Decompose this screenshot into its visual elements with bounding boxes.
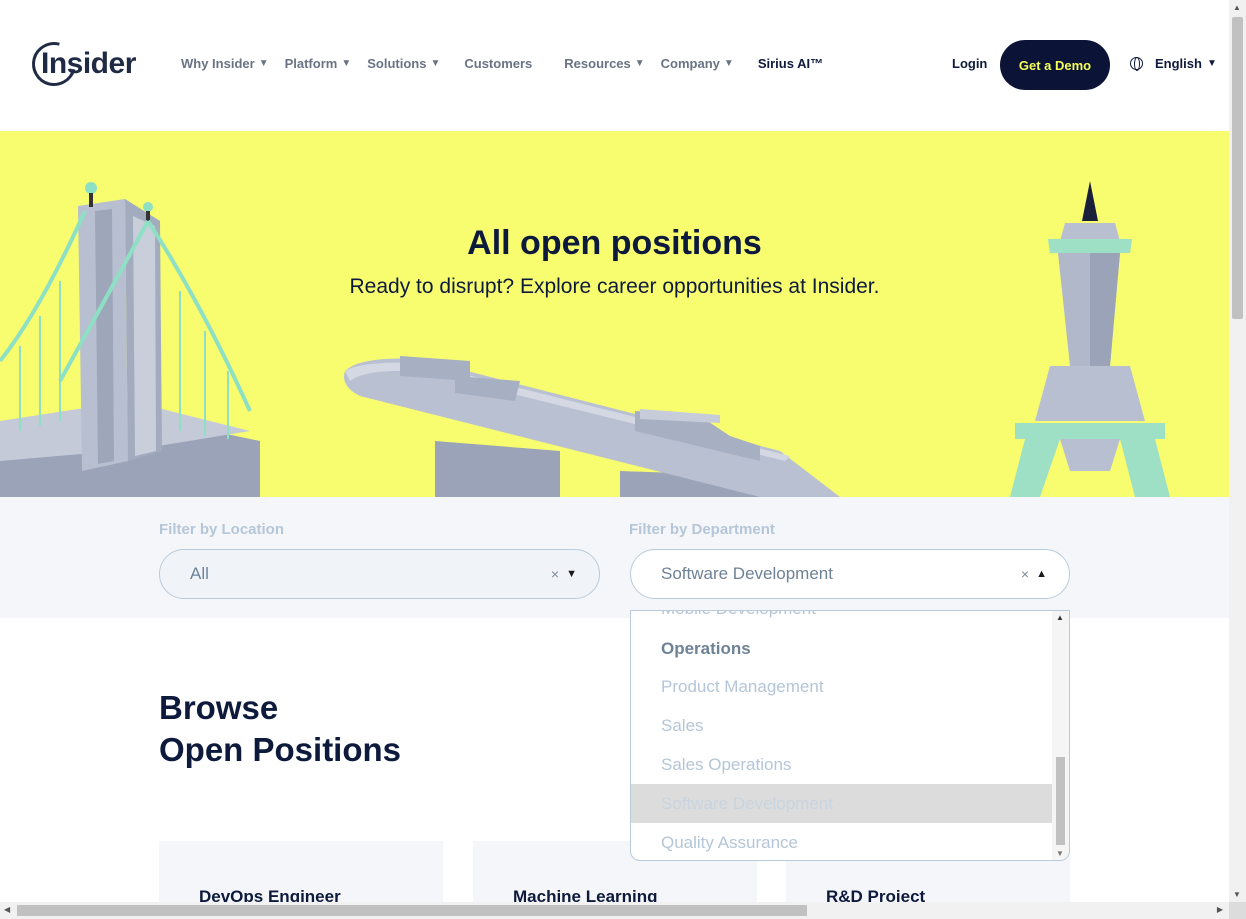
caret-down-icon: ▼ [723, 58, 734, 69]
location-filter-label: Filter by Location [159, 521, 285, 538]
chevron-down-icon[interactable]: ▼ [566, 568, 577, 580]
caret-down-icon: ▼ [341, 58, 352, 69]
language-selector[interactable]: English ▼ [1130, 56, 1217, 71]
browse-heading-line2: Open Positions [159, 731, 402, 768]
hero-illustration [0, 181, 1170, 497]
nav-label: Resources [564, 56, 631, 71]
building-illustration [344, 356, 840, 497]
caret-down-icon: ▼ [634, 58, 645, 69]
location-select[interactable]: All × ▼ [159, 549, 600, 599]
scroll-up-icon[interactable]: ▲ [1233, 3, 1241, 12]
get-a-demo-button[interactable]: Get a Demo [1000, 40, 1110, 90]
dropdown-scrollbar[interactable]: ▲ ▼ [1052, 611, 1069, 860]
nav-label: Customers [464, 56, 533, 71]
caret-down-icon: ▼ [258, 58, 269, 69]
page-horizontal-scrollbar[interactable]: ◀ ▶ [0, 902, 1229, 919]
hero-banner: All open positions Ready to disrupt? Exp… [0, 131, 1229, 497]
page-vertical-scrollbar[interactable]: ▲ ▼ [1229, 0, 1246, 902]
site-header: Insider Why Insider ▼ Platform ▼ Solutio… [0, 0, 1229, 131]
browse-heading: Browse Open Positions [159, 687, 401, 771]
dropdown-option-selected[interactable]: Software Development [631, 784, 1052, 823]
scroll-down-icon[interactable]: ▼ [1056, 849, 1064, 858]
location-select-value: All [190, 564, 209, 583]
login-link[interactable]: Login [952, 56, 987, 71]
nav-label: Company [660, 56, 720, 71]
nav-label: Solutions [367, 56, 427, 71]
horizontal-scroll-thumb[interactable] [17, 905, 807, 916]
language-label: English [1155, 56, 1202, 71]
dropdown-scroll-thumb[interactable] [1056, 757, 1065, 845]
nav-why-insider[interactable]: Why Insider ▼ [181, 56, 269, 71]
page-subtitle: Ready to disrupt? Explore career opportu… [349, 275, 880, 298]
clear-icon[interactable]: × [551, 566, 559, 582]
browse-heading-line1: Browse [159, 689, 279, 726]
dropdown-option[interactable]: Sales [631, 706, 1052, 745]
scroll-down-icon[interactable]: ▼ [1233, 890, 1241, 899]
dropdown-option[interactable]: Sales Operations [631, 745, 1052, 784]
department-select-value: Software Development [661, 564, 833, 583]
dropdown-option[interactable]: Quality Assurance [631, 823, 1052, 860]
nav-label: Sirius AI™ [757, 56, 824, 71]
nav-solutions[interactable]: Solutions ▼ [367, 56, 440, 71]
chevron-up-icon[interactable]: ▲ [1036, 568, 1047, 580]
page-title: All open positions [467, 224, 762, 262]
caret-down-icon: ▼ [430, 58, 441, 69]
scrollbar-corner [1229, 902, 1246, 919]
nav-company[interactable]: Company ▼ [661, 56, 734, 71]
vertical-scroll-thumb[interactable] [1232, 17, 1243, 319]
nav-sirius-ai[interactable]: Sirius AI™ [758, 56, 823, 71]
main-nav: Why Insider ▼ Platform ▼ Solutions ▼ Cus… [181, 56, 839, 71]
scroll-left-icon[interactable]: ◀ [4, 905, 10, 914]
caret-down-icon: ▼ [1206, 58, 1217, 69]
nav-resources[interactable]: Resources ▼ [564, 56, 644, 71]
nav-platform[interactable]: Platform ▼ [285, 56, 352, 71]
dropdown-option[interactable]: Product Management [631, 667, 1052, 706]
scroll-up-icon[interactable]: ▲ [1056, 613, 1064, 622]
scroll-right-icon[interactable]: ▶ [1217, 905, 1223, 914]
dropdown-group-option[interactable]: Operations [631, 629, 1052, 668]
insider-logo[interactable]: Insider [23, 33, 136, 95]
page: Insider Why Insider ▼ Platform ▼ Solutio… [0, 0, 1246, 919]
nav-customers[interactable]: Customers [464, 56, 532, 71]
logo-text: Insider [41, 47, 136, 80]
filters-section: Filter by Location All × ▼ Filter by Dep… [0, 497, 1229, 618]
clear-icon[interactable]: × [1021, 566, 1029, 582]
nav-label: Why Insider [181, 56, 255, 71]
nav-label: Platform [284, 56, 338, 71]
globe-icon [1130, 57, 1143, 71]
department-select[interactable]: Software Development × ▲ [630, 549, 1070, 599]
department-dropdown-list[interactable]: Mobile Development Operations Product Ma… [630, 610, 1070, 861]
dropdown-option[interactable]: Mobile Development [631, 611, 1052, 628]
department-filter-label: Filter by Department [629, 521, 775, 538]
